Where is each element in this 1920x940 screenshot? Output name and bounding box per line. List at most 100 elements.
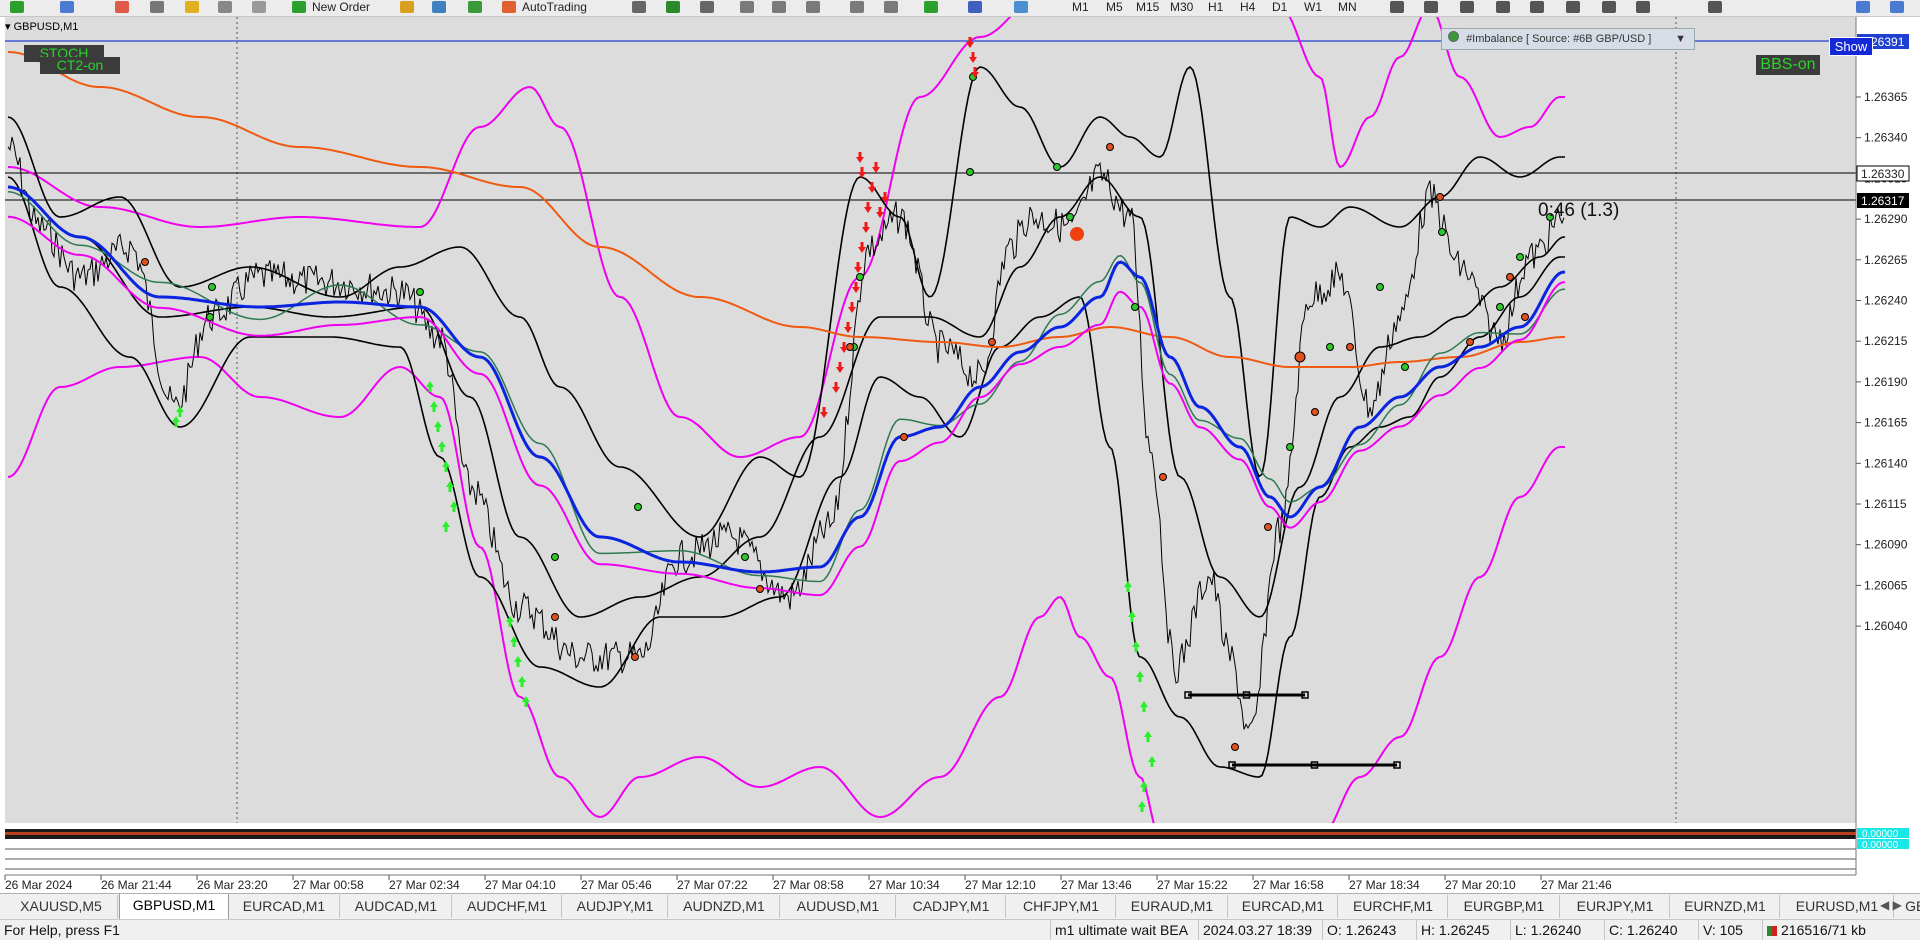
arrows-tool-icon[interactable] [1708, 1, 1722, 13]
tab-audjpy-m1-5[interactable]: AUDJPY,M1 [563, 895, 668, 918]
buy-dot [966, 168, 974, 176]
timeframe-m5[interactable]: M5 [1106, 0, 1123, 14]
tile-windows-icon[interactable] [806, 1, 820, 13]
chart-shift-icon[interactable] [884, 1, 898, 13]
new-order-icon[interactable] [292, 1, 306, 13]
sell-dot [631, 653, 639, 661]
tab-eurgbp-m1-13[interactable]: EURGBP,M1 [1449, 895, 1560, 918]
tab-euraud-m1-10[interactable]: EURAUD,M1 [1117, 895, 1228, 918]
meta-editor-icon[interactable] [400, 1, 414, 13]
label-tool-icon[interactable] [1636, 1, 1650, 13]
buy-dot [1131, 303, 1139, 311]
bbs-toggle[interactable]: BBS-on [1756, 55, 1820, 75]
time-tick-label: 27 Mar 00:58 [293, 878, 364, 892]
buy-dot [1516, 253, 1524, 261]
status-volume: V: 105 [1698, 920, 1743, 940]
tab-xauusd-m5-0[interactable]: XAUUSD,M5 [5, 895, 118, 918]
ct2-toggle[interactable]: CT2-on [40, 57, 120, 74]
zoom-in-icon[interactable] [740, 1, 754, 13]
price-tick-label: 1.26115 [1864, 497, 1907, 511]
status-profile[interactable]: m1 ultimate wait BEA [1050, 920, 1188, 940]
timeframe-w1[interactable]: W1 [1304, 0, 1322, 14]
templates-icon[interactable] [1014, 1, 1028, 13]
imbalance-status-icon [1448, 31, 1459, 42]
price-chart[interactable]: 1.263651.263401.263151.262901.262651.262… [0, 17, 1920, 893]
tab-gbpusd-m1-1[interactable]: GBPUSD,M1 [119, 894, 229, 920]
settings-toolbar-icon[interactable] [1890, 1, 1904, 13]
price-tick-label: 1.26290 [1864, 212, 1908, 226]
buy-dot [634, 503, 642, 511]
time-tick-label: 26 Mar 23:20 [197, 878, 268, 892]
tab-eurusd-m1-16[interactable]: EURUSD,M1 [1781, 895, 1894, 918]
sell-dot [1264, 523, 1272, 531]
status-traffic: 216516/71 kb [1781, 922, 1866, 938]
tab-audnzd-m1-6[interactable]: AUDNZD,M1 [669, 895, 780, 918]
profiles-icon[interactable] [60, 1, 74, 13]
symbol-dropdown-icon[interactable]: ▾ [5, 21, 14, 33]
tab-chfjpy-m1-9[interactable]: CHFJPY,M1 [1007, 895, 1116, 918]
candle-chart-icon[interactable] [666, 1, 680, 13]
tab-cadjpy-m1-8[interactable]: CADJPY,M1 [897, 895, 1006, 918]
new-chart-icon[interactable] [10, 1, 24, 13]
oscillator-subwindow [5, 823, 1856, 875]
favorites-icon[interactable] [185, 1, 199, 13]
periods-icon[interactable] [968, 1, 982, 13]
tab-eurchf-m1-12[interactable]: EURCHF,M1 [1339, 895, 1448, 918]
entry-marker [1070, 227, 1084, 241]
tab-eurjpy-m1-14[interactable]: EURJPY,M1 [1561, 895, 1670, 918]
cursor-icon[interactable] [1390, 1, 1404, 13]
autotrading-button[interactable]: AutoTrading [522, 0, 587, 14]
tab-audchf-m1-4[interactable]: AUDCHF,M1 [453, 895, 562, 918]
timeframe-h1[interactable]: H1 [1208, 0, 1223, 14]
line-chart-icon[interactable] [700, 1, 714, 13]
buy-dot [206, 313, 214, 321]
tab-audusd-m1-7[interactable]: AUDUSD,M1 [781, 895, 896, 918]
sell-dot [1506, 273, 1514, 281]
timeframe-mn[interactable]: MN [1338, 0, 1357, 14]
market-watch-icon[interactable] [115, 1, 129, 13]
osc-tag-2-text: 0.00000 [1862, 840, 1899, 851]
tab-eurcad-m1-11[interactable]: EURCAD,M1 [1229, 895, 1338, 918]
tester-icon[interactable] [218, 1, 232, 13]
buy-dot [741, 553, 749, 561]
price-tick-label: 1.26090 [1864, 538, 1908, 552]
imbalance-dropdown-icon[interactable]: ▼ [1675, 29, 1686, 49]
horizontal-line-icon[interactable] [1496, 1, 1510, 13]
new-order-button[interactable]: New Order [312, 0, 370, 14]
signals-icon[interactable] [432, 1, 446, 13]
auto-scroll-icon[interactable] [850, 1, 864, 13]
sell-dot [1231, 743, 1239, 751]
show-button[interactable]: Show [1829, 37, 1873, 56]
timeframe-m1[interactable]: M1 [1072, 0, 1089, 14]
timeframe-m15[interactable]: M15 [1136, 0, 1159, 14]
search-toolbar-icon[interactable] [1856, 1, 1870, 13]
status-connection: 216516/71 kb [1762, 920, 1866, 940]
tab-audcad-m1-3[interactable]: AUDCAD,M1 [341, 895, 452, 918]
crosshair-icon[interactable] [1424, 1, 1438, 13]
tab-scroll-arrows[interactable]: ◀ ▶ [1880, 898, 1902, 912]
text-tool-icon[interactable] [1602, 1, 1616, 13]
autotrading-icon[interactable] [502, 1, 516, 13]
price-tick-label: 1.26190 [1864, 375, 1908, 389]
market-icon[interactable] [468, 1, 482, 13]
timeframe-m30[interactable]: M30 [1170, 0, 1193, 14]
search-icon[interactable] [252, 1, 266, 13]
navigator-icon[interactable] [150, 1, 164, 13]
tab-eurcad-m1-2[interactable]: EURCAD,M1 [229, 895, 340, 918]
vertical-line-icon[interactable] [1460, 1, 1474, 13]
tab-eurnzd-m1-15[interactable]: EURNZD,M1 [1671, 895, 1780, 918]
indicators-icon[interactable] [924, 1, 938, 13]
status-help: For Help, press F1 [4, 922, 120, 938]
timeframe-h4[interactable]: H4 [1240, 0, 1255, 14]
time-tick-label: 27 Mar 16:58 [1253, 878, 1324, 892]
timeframe-d1[interactable]: D1 [1272, 0, 1287, 14]
time-tick-label: 27 Mar 04:10 [485, 878, 556, 892]
time-tick-label: 27 Mar 10:34 [869, 878, 940, 892]
bar-chart-icon[interactable] [632, 1, 646, 13]
buy-dot [1066, 213, 1074, 221]
fibo-icon[interactable] [1566, 1, 1580, 13]
zoom-out-icon[interactable] [772, 1, 786, 13]
chart-window[interactable]: 1.263651.263401.263151.262901.262651.262… [0, 17, 1920, 893]
imbalance-panel[interactable]: #Imbalance [ Source: #6B GBP/USD ] ▼ [1441, 28, 1695, 50]
trendline-icon[interactable] [1530, 1, 1544, 13]
